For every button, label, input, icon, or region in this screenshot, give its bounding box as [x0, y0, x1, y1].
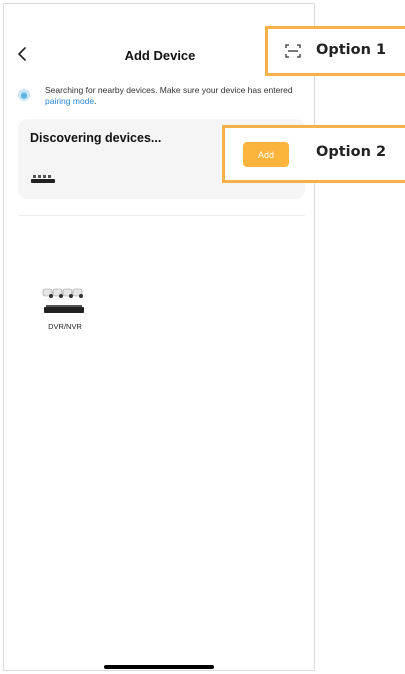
callout-option-1: Option 1	[265, 26, 405, 76]
notice-text: Searching for nearby devices. Make sure …	[45, 85, 300, 106]
category-dvr-nvr[interactable]: DVR/NVR	[30, 280, 100, 350]
callout-option-2: Add Option 2	[222, 125, 405, 183]
phone-screen: Add Device Searching for nearby devices.…	[3, 3, 315, 671]
searching-pulse-icon	[18, 89, 30, 101]
home-indicator	[104, 665, 214, 669]
discovering-title: Discovering devices...	[30, 131, 162, 145]
scan-qr-icon[interactable]	[285, 44, 301, 58]
pairing-mode-link[interactable]: pairing mode	[45, 96, 94, 106]
divider	[18, 215, 305, 216]
option-1-label: Option 1	[316, 42, 387, 58]
notice-text-main: Searching for nearby devices. Make sure …	[45, 85, 293, 95]
add-device-button[interactable]: Add	[243, 142, 289, 167]
dvr-icon	[30, 171, 56, 185]
option-2-label: Option 2	[316, 144, 387, 160]
notice-text-end: .	[94, 95, 97, 106]
category-label: DVR/NVR	[48, 322, 82, 331]
dvr-camera-kit-icon	[40, 283, 88, 321]
